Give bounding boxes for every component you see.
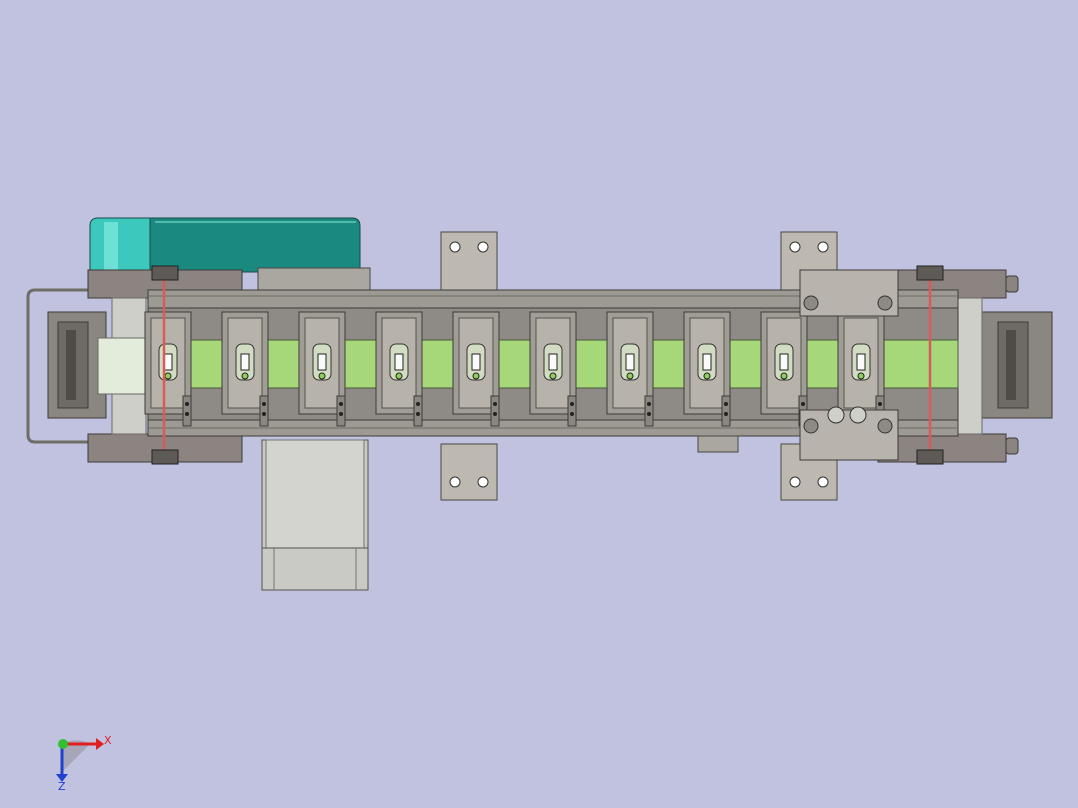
carrier-bolt: [185, 402, 189, 406]
left-roller-core: [97, 337, 151, 395]
cable-clamp-bl: [151, 449, 179, 465]
carrier-pin: [780, 372, 788, 380]
carrier-plate: [221, 311, 269, 427]
carrier-bolt: [416, 402, 420, 406]
carrier-plate: [375, 311, 423, 427]
carrier-window: [779, 353, 789, 371]
carrier-tab: [413, 395, 423, 427]
carrier-window: [240, 353, 250, 371]
carrier-tab: [336, 395, 346, 427]
carrier-bolt: [262, 402, 266, 406]
carrier-bolt: [339, 412, 343, 416]
carrier-bolt: [339, 402, 343, 406]
carrier-pin: [857, 372, 865, 380]
carrier-plate: [144, 311, 192, 427]
carrier-pin: [318, 372, 326, 380]
mount-bracket-left-top: [440, 231, 498, 291]
carrier-window: [625, 353, 635, 371]
carrier-tab: [490, 395, 500, 427]
carrier-bolt: [801, 402, 805, 406]
carrier-bolt: [647, 402, 651, 406]
carrier-bolt: [878, 402, 882, 406]
carrier-bolt: [724, 412, 728, 416]
carrier-tab: [259, 395, 269, 427]
carrier-tab: [644, 395, 654, 427]
carrier-pin: [395, 372, 403, 380]
carrier-bolt: [416, 412, 420, 416]
carrier-pin: [164, 372, 172, 380]
carrier-window: [702, 353, 712, 371]
motor-mount-block: [257, 267, 371, 291]
carrier-bolt: [570, 402, 574, 406]
cad-viewport[interactable]: X Z: [0, 0, 1078, 808]
carrier-bolt: [570, 412, 574, 416]
carrier-bolt: [493, 402, 497, 406]
carrier-bolt: [185, 412, 189, 416]
carrier-window: [856, 353, 866, 371]
cable-clamp-tr: [916, 265, 944, 281]
mount-bracket-left-bottom: [440, 443, 498, 501]
bolt-bottom-right: [1005, 437, 1019, 455]
carrier-tab: [182, 395, 192, 427]
bottom-tab: [697, 435, 739, 453]
carrier-window: [548, 353, 558, 371]
carrier-bolt: [724, 402, 728, 406]
triad-x-label: X: [104, 734, 112, 747]
motor-cover: [89, 217, 361, 273]
bolt-top-right: [1005, 275, 1019, 293]
cable-clamp-tl: [151, 265, 179, 281]
carrier-bolt: [262, 412, 266, 416]
motor-body: [261, 439, 369, 591]
left-end-block: [47, 311, 107, 419]
carrier-plate: [606, 311, 654, 427]
carrier-window: [394, 353, 404, 371]
carrier-pin: [626, 372, 634, 380]
right-end-block: [979, 311, 1053, 419]
carrier-window: [471, 353, 481, 371]
carrier-pin: [241, 372, 249, 380]
carrier-plate: [452, 311, 500, 427]
cable-clamp-br: [916, 449, 944, 465]
carrier-tab: [721, 395, 731, 427]
carrier-bolt: [647, 412, 651, 416]
carrier-bolt: [493, 412, 497, 416]
carrier-plate: [760, 311, 808, 427]
carrier-plate: [298, 311, 346, 427]
carrier-plate: [683, 311, 731, 427]
carrier-tab: [567, 395, 577, 427]
carrier-window: [317, 353, 327, 371]
triad-z-label: Z: [58, 780, 66, 793]
carrier-pin: [549, 372, 557, 380]
carrier-pin: [703, 372, 711, 380]
carrier-pin: [472, 372, 480, 380]
carrier-plate: [529, 311, 577, 427]
triad-origin-icon: [58, 739, 68, 749]
